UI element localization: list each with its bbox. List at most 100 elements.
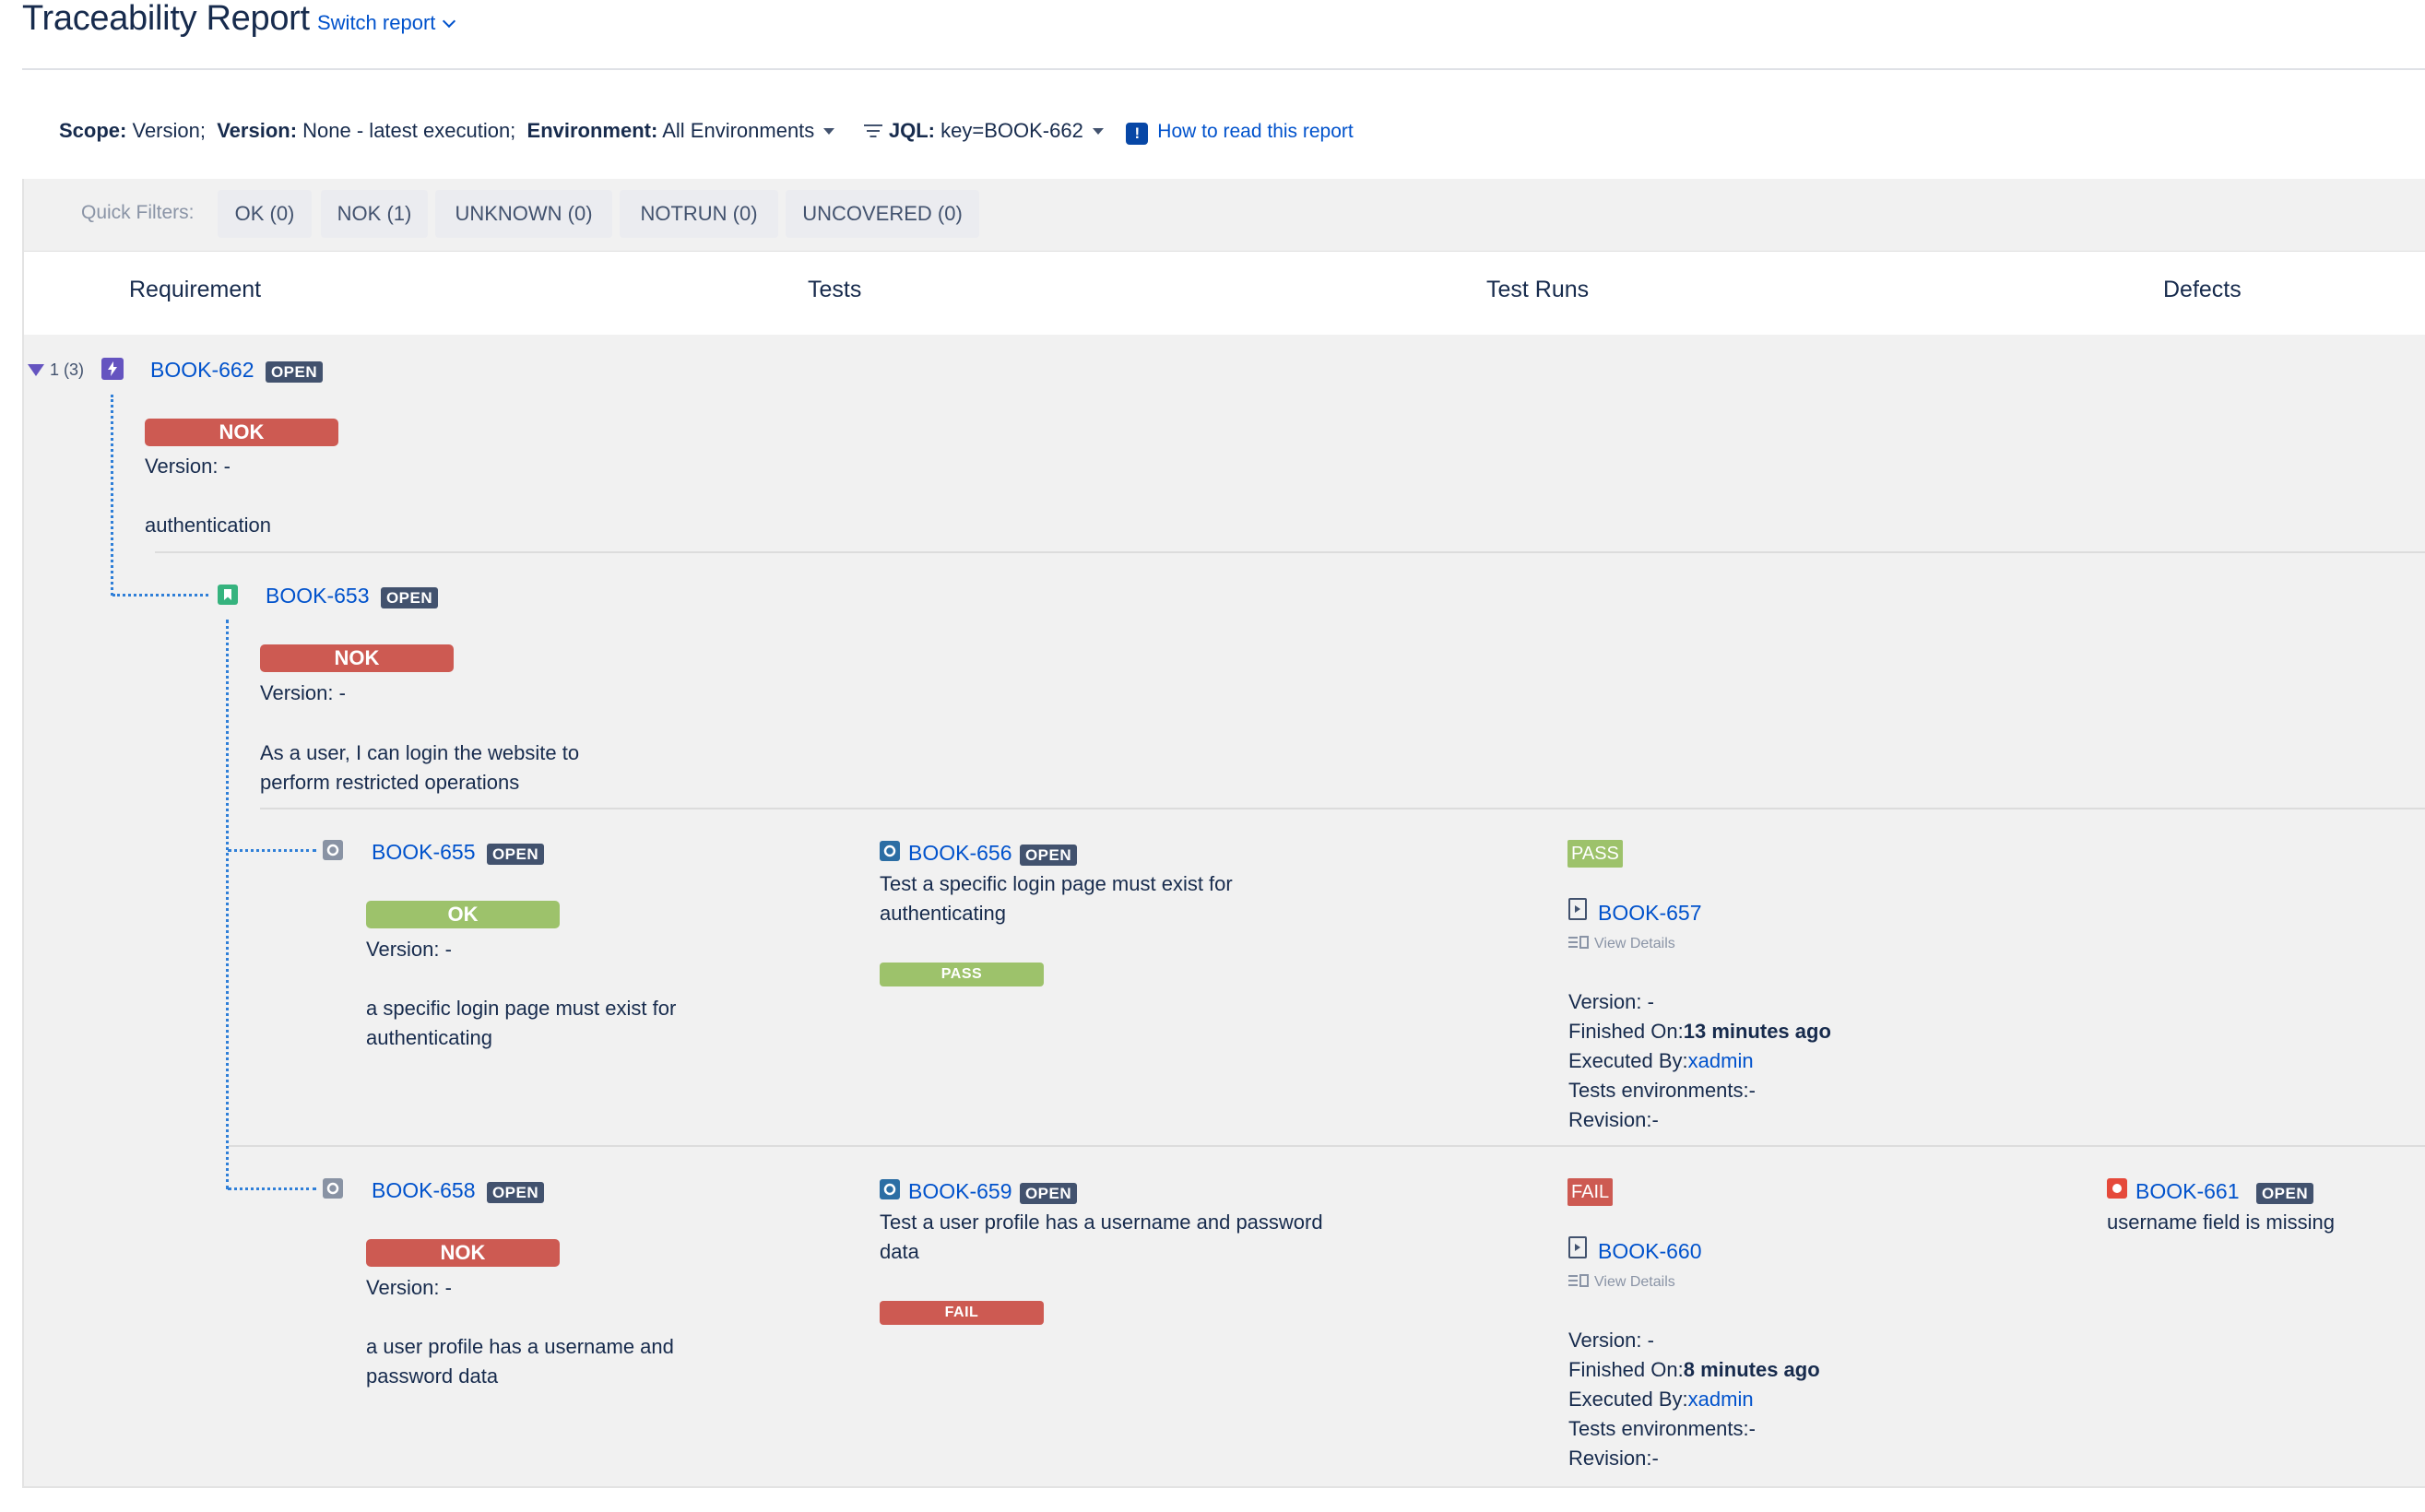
run-result-badge: FAIL: [1567, 1178, 1614, 1206]
finished-label: Finished On:: [1568, 1020, 1684, 1043]
run-result-badge: PASS: [1567, 840, 1623, 868]
run-executed-by: Executed By:xadmin: [1568, 1385, 1754, 1414]
quick-filter-nok[interactable]: NOK (1): [321, 190, 428, 238]
issue-link-book-662[interactable]: BOOK-662: [150, 358, 254, 382]
column-header-tests[interactable]: Tests: [808, 277, 861, 303]
scope-value: Version;: [132, 119, 206, 142]
test-summary: data: [880, 1240, 919, 1263]
status-lozenge: OPEN: [265, 361, 324, 383]
version-text: Version: -: [260, 681, 346, 704]
defect-issue: BOOK-661 OPEN: [2135, 1179, 2314, 1204]
jql-dropdown[interactable]: JQL: key=BOOK-662: [863, 119, 1109, 142]
environment-value: All Environments: [662, 119, 815, 142]
column-header-test-runs[interactable]: Test Runs: [1486, 277, 1589, 303]
run-finished: Finished On:13 minutes ago: [1568, 1017, 1831, 1046]
story-icon: [218, 585, 238, 605]
tree-line: [112, 594, 208, 597]
row-divider: [260, 808, 2425, 809]
run-finished: Finished On:8 minutes ago: [1568, 1355, 1820, 1385]
bug-icon: [2107, 1178, 2127, 1199]
requirement-icon: [323, 1178, 343, 1199]
table-header: [24, 251, 2425, 335]
test-icon: [880, 841, 900, 861]
quick-filter-notrun[interactable]: NOTRUN (0): [620, 190, 778, 238]
executed-label: Executed By:: [1568, 1388, 1688, 1411]
root-issue: BOOK-662 OPEN: [150, 358, 324, 383]
requirement-summary: a specific login page must exist for: [366, 997, 677, 1020]
jql-value: key=BOOK-662: [940, 119, 1083, 142]
coverage-status-bar: OK: [366, 901, 560, 928]
status-lozenge: OPEN: [1019, 845, 1078, 866]
status-lozenge: OPEN: [2255, 1183, 2314, 1204]
quick-filter-ok[interactable]: OK (0): [218, 190, 312, 238]
switch-report-label: Switch report: [317, 11, 436, 34]
issue-link-book-661[interactable]: BOOK-661: [2135, 1179, 2240, 1203]
finished-label: Finished On:: [1568, 1358, 1684, 1381]
column-header-requirement[interactable]: Requirement: [129, 277, 261, 303]
coverage-status-bar: NOK: [366, 1239, 560, 1267]
version-value: None - latest execution;: [302, 119, 516, 142]
issue-link-book-656[interactable]: BOOK-656: [908, 841, 1012, 865]
details-icon: [1568, 1274, 1589, 1287]
requirement-summary: authentication: [145, 514, 271, 537]
view-details-link[interactable]: View Details: [1568, 1273, 1675, 1291]
issue-link-book-660[interactable]: BOOK-660: [1598, 1239, 1702, 1264]
quick-filter-unknown[interactable]: UNKNOWN (0): [435, 190, 612, 238]
requirement-icon: [323, 840, 343, 860]
run-environments: Tests environments:-: [1568, 1417, 1756, 1440]
status-lozenge: OPEN: [1019, 1183, 1078, 1204]
test-result-bar: FAIL: [880, 1301, 1044, 1325]
test-result-bar: PASS: [880, 963, 1044, 986]
caret-down-icon: [823, 128, 835, 135]
column-header-defects[interactable]: Defects: [2163, 277, 2242, 303]
executed-label: Executed By:: [1568, 1049, 1688, 1072]
finished-value: 8 minutes ago: [1683, 1358, 1820, 1381]
finished-value: 13 minutes ago: [1683, 1020, 1831, 1043]
help-icon: !: [1126, 123, 1149, 145]
run-executed-by: Executed By:xadmin: [1568, 1046, 1754, 1076]
page-title: Traceability Report: [22, 0, 310, 38]
test-execution-icon: [1568, 898, 1587, 920]
quick-filters-label: Quick Filters:: [81, 202, 195, 223]
tree-line: [228, 849, 316, 852]
run-revision: Revision:-: [1568, 1447, 1659, 1470]
chevron-down-icon: [443, 14, 456, 29]
tree-line: [226, 620, 229, 1189]
run-version: Version: -: [1568, 990, 1654, 1013]
tree-line: [111, 395, 113, 596]
panel-bottom-border: [22, 1486, 2425, 1488]
how-to-read-link[interactable]: ! How to read this report: [1126, 121, 1354, 145]
version-text: Version: -: [366, 938, 452, 961]
issue-link-book-655[interactable]: BOOK-655: [372, 840, 476, 864]
status-lozenge: OPEN: [486, 1182, 545, 1203]
executor-link[interactable]: xadmin: [1688, 1388, 1754, 1411]
tree-line: [228, 1187, 316, 1190]
filter-icon: [863, 124, 883, 139]
test-summary: authenticating: [880, 902, 1006, 925]
test-issue: BOOK-656 OPEN: [908, 841, 1078, 866]
issue-link-book-657[interactable]: BOOK-657: [1598, 901, 1702, 926]
run-environments: Tests environments:-: [1568, 1079, 1756, 1102]
quick-filter-uncovered[interactable]: UNCOVERED (0): [786, 190, 979, 238]
view-details-link[interactable]: View Details: [1568, 935, 1675, 952]
issue-link-book-653[interactable]: BOOK-653: [266, 584, 370, 608]
issue-link-book-658[interactable]: BOOK-658: [372, 1178, 476, 1202]
version-text: Version: -: [366, 1276, 452, 1299]
executor-link[interactable]: xadmin: [1688, 1049, 1754, 1072]
version-text: Version: -: [145, 455, 231, 478]
run-version: Version: -: [1568, 1329, 1654, 1352]
coverage-status-bar: NOK: [145, 419, 338, 446]
switch-report-button[interactable]: Switch report: [317, 11, 456, 35]
requirement-summary: As a user, I can login the website to: [260, 741, 580, 764]
details-icon: [1568, 936, 1589, 949]
issue-link-book-659[interactable]: BOOK-659: [908, 1179, 1012, 1203]
test-summary: Test a user profile has a username and p…: [880, 1211, 1323, 1234]
expand-toggle[interactable]: 1 (3): [28, 360, 84, 380]
environment-label: Environment:: [526, 119, 658, 142]
status-lozenge: OPEN: [486, 844, 545, 865]
view-details-label: View Details: [1594, 1274, 1675, 1290]
collapse-triangle-icon: [28, 364, 44, 376]
scope-bar: Scope: Version; Version: None - latest e…: [59, 118, 1354, 145]
environment-dropdown[interactable]: Environment: All Environments: [527, 119, 841, 142]
caret-down-icon: [1092, 128, 1104, 135]
